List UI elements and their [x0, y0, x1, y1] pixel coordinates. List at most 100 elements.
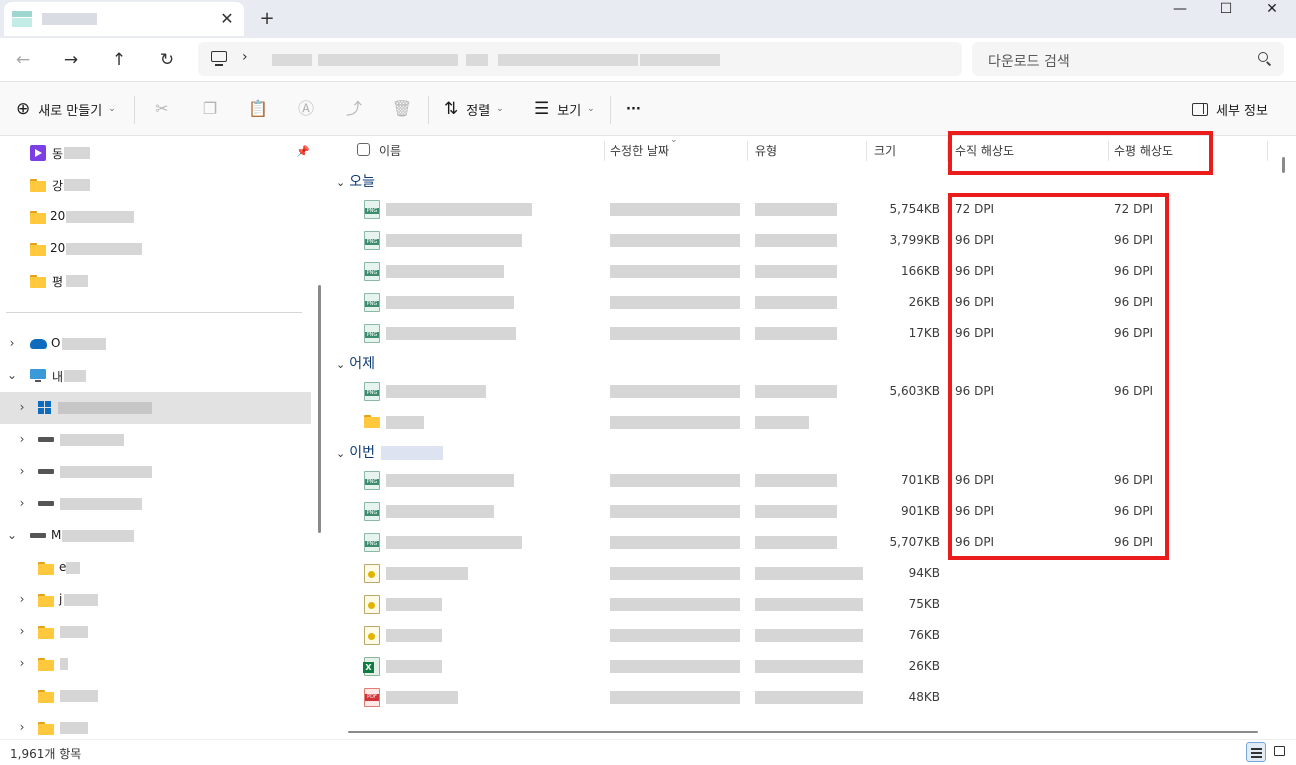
cut-icon[interactable]: ✂: [150, 97, 174, 121]
back-button[interactable]: ←: [10, 47, 36, 73]
sidebar-scrollbar[interactable]: [318, 285, 321, 533]
group-header-this-period[interactable]: ⌄ 이번: [336, 442, 444, 462]
forward-button[interactable]: →: [58, 47, 84, 73]
chevron-right-icon[interactable]: ›: [16, 720, 28, 734]
table-row[interactable]: 94KB: [328, 558, 1278, 589]
sidebar-item-label: 평: [52, 275, 64, 289]
sort-button[interactable]: ⇅ 정렬 ⌄: [444, 96, 504, 122]
column-name[interactable]: 이름: [379, 142, 401, 159]
more-options-button[interactable]: ···: [626, 96, 641, 122]
minimize-button[interactable]: —: [1157, 0, 1203, 20]
details-view-button[interactable]: [1246, 742, 1266, 762]
group-header-today[interactable]: ⌄ 오늘: [336, 171, 375, 191]
sidebar-item-drive-3[interactable]: ›: [0, 456, 311, 488]
sidebar-item-drive-m[interactable]: ⌄ M: [0, 520, 311, 552]
pin-icon[interactable]: 📌: [296, 145, 310, 158]
delete-icon[interactable]: 🗑: [390, 97, 414, 121]
table-row[interactable]: 3,799KB 96 DPI 96 DPI: [328, 225, 1278, 256]
up-button[interactable]: ↑: [106, 47, 132, 73]
close-tab-icon[interactable]: ✕: [216, 8, 238, 30]
rename-icon[interactable]: Ⓐ: [294, 97, 318, 121]
table-row[interactable]: 26KB 96 DPI 96 DPI: [328, 287, 1278, 318]
column-divider[interactable]: [947, 141, 948, 161]
redacted-type: [755, 385, 837, 398]
sidebar-item-onedrive[interactable]: › O: [0, 328, 311, 360]
column-vertical-resolution[interactable]: 수직 해상도: [955, 142, 1014, 159]
column-divider[interactable]: [1267, 141, 1268, 161]
maximize-button[interactable]: ☐: [1203, 0, 1249, 20]
refresh-button[interactable]: ↻: [154, 47, 180, 73]
sidebar-item-label: 내: [52, 370, 64, 384]
chevron-down-icon[interactable]: ⌄: [6, 368, 18, 382]
sidebar-item-subfolder-1[interactable]: e: [0, 552, 311, 584]
sidebar-item-subfolder-2[interactable]: › j: [0, 584, 311, 616]
video-folder-icon: [30, 145, 46, 161]
column-horizontal-resolution[interactable]: 수평 해상도: [1114, 142, 1173, 159]
table-row[interactable]: 17KB 96 DPI 96 DPI: [328, 318, 1278, 349]
sidebar-item-drive-4[interactable]: ›: [0, 488, 311, 520]
chevron-right-icon[interactable]: ›: [16, 624, 28, 638]
sidebar-item-drive-2[interactable]: ›: [0, 424, 311, 456]
vertical-scrollbar[interactable]: [1282, 157, 1285, 173]
redacted-filename: [386, 629, 442, 642]
chevron-right-icon[interactable]: ›: [16, 592, 28, 606]
details-pane-button[interactable]: 세부 정보: [1192, 96, 1268, 122]
table-row[interactable]: 75KB: [328, 589, 1278, 620]
breadcrumb-chevron-icon: ›: [242, 49, 248, 65]
table-row[interactable]: 5,707KB 96 DPI 96 DPI: [328, 527, 1278, 558]
column-divider[interactable]: [747, 141, 748, 161]
sidebar-item-quick-2[interactable]: 강: [0, 169, 311, 201]
sidebar-item-quick-1[interactable]: 동 📌: [0, 137, 311, 169]
redacted-text: [60, 434, 124, 446]
column-modified[interactable]: 수정한 날짜: [610, 142, 669, 159]
new-tab-button[interactable]: +: [256, 8, 278, 30]
horizontal-scrollbar[interactable]: [348, 731, 1258, 733]
sidebar-item-quick-3[interactable]: 20: [0, 201, 311, 233]
sidebar-item-quick-4[interactable]: 20: [0, 233, 311, 265]
chevron-right-icon[interactable]: ›: [16, 656, 28, 670]
chevron-right-icon[interactable]: ›: [16, 496, 28, 510]
group-header-yesterday[interactable]: ⌄ 어제: [336, 353, 375, 373]
column-divider[interactable]: [1108, 141, 1109, 161]
column-divider[interactable]: [866, 141, 867, 161]
column-size[interactable]: 크기: [874, 142, 896, 159]
select-all-checkbox[interactable]: [357, 143, 370, 156]
search-box[interactable]: 다운로드 검색: [972, 42, 1284, 76]
search-icon: [1258, 52, 1272, 66]
sidebar-item-subfolder-4[interactable]: ›: [0, 648, 311, 680]
sidebar-item-quick-5[interactable]: 평: [0, 265, 311, 297]
table-row[interactable]: 701KB 96 DPI 96 DPI: [328, 465, 1278, 496]
chevron-down-icon[interactable]: ⌄: [6, 528, 18, 542]
sidebar-item-subfolder-5[interactable]: [0, 680, 311, 712]
column-type[interactable]: 유형: [755, 142, 777, 159]
table-row[interactable]: 76KB: [328, 620, 1278, 651]
address-bar[interactable]: ›: [198, 42, 962, 76]
paste-icon[interactable]: 📋: [246, 97, 270, 121]
table-row[interactable]: 48KB: [328, 682, 1278, 713]
sidebar-divider: [6, 312, 302, 313]
sidebar-item-subfolder-6[interactable]: ›: [0, 712, 311, 739]
chevron-right-icon[interactable]: ›: [6, 336, 18, 350]
new-button[interactable]: ⊕ 새로 만들기 ⌄: [16, 96, 116, 122]
table-row[interactable]: 26KB: [328, 651, 1278, 682]
tab-downloads[interactable]: ✕: [4, 2, 244, 36]
sidebar-item-drive-c[interactable]: ›: [0, 392, 311, 424]
chevron-right-icon[interactable]: ›: [16, 400, 28, 414]
tiles-view-button[interactable]: [1270, 742, 1290, 762]
copy-icon[interactable]: ❐: [198, 97, 222, 121]
table-row[interactable]: 166KB 96 DPI 96 DPI: [328, 256, 1278, 287]
horizontal-resolution: 96 DPI: [1114, 504, 1154, 518]
column-divider[interactable]: [604, 141, 605, 161]
table-row[interactable]: 901KB 96 DPI 96 DPI: [328, 496, 1278, 527]
sidebar-item-subfolder-3[interactable]: ›: [0, 616, 311, 648]
close-window-button[interactable]: ✕: [1249, 0, 1295, 20]
share-icon[interactable]: ⤴: [342, 97, 366, 121]
table-row[interactable]: [328, 407, 1278, 438]
table-row[interactable]: 5,754KB 72 DPI 72 DPI: [328, 194, 1278, 225]
table-row[interactable]: 5,603KB 96 DPI 96 DPI: [328, 376, 1278, 407]
sidebar-item-this-pc[interactable]: ⌄ 내: [0, 360, 311, 392]
chevron-right-icon[interactable]: ›: [16, 464, 28, 478]
view-button[interactable]: ☰ 보기 ⌄: [534, 96, 595, 122]
onedrive-cloud-icon: [30, 339, 47, 349]
chevron-right-icon[interactable]: ›: [16, 432, 28, 446]
